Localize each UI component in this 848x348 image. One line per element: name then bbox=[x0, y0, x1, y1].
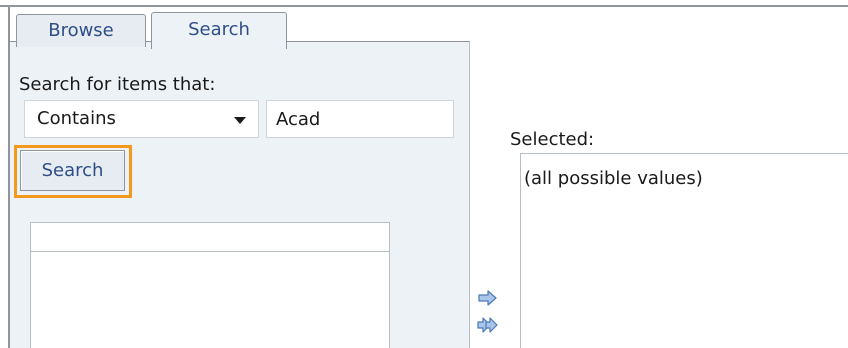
search-criteria-label: Search for items that: bbox=[19, 74, 216, 95]
condition-dropdown[interactable]: Contains bbox=[24, 100, 259, 138]
double-arrow-right-icon[interactable] bbox=[477, 316, 499, 334]
selected-values-list[interactable]: (all possible values) bbox=[520, 153, 848, 348]
active-tab-joint bbox=[152, 40, 286, 43]
condition-dropdown-value: Contains bbox=[37, 108, 116, 129]
search-dialog: Browse Search Search for items that: Con… bbox=[0, 0, 848, 348]
search-results-list[interactable] bbox=[30, 222, 390, 348]
chevron-down-icon[interactable] bbox=[234, 117, 246, 124]
results-list-header bbox=[31, 223, 389, 252]
tab-browse[interactable]: Browse bbox=[16, 14, 146, 47]
tab-search[interactable]: Search bbox=[151, 12, 287, 49]
search-input[interactable] bbox=[266, 100, 454, 138]
tab-strip: Browse Search bbox=[10, 7, 848, 49]
list-item[interactable]: (all possible values) bbox=[524, 168, 703, 189]
search-button[interactable]: Search bbox=[20, 150, 125, 191]
arrow-right-icon[interactable] bbox=[477, 289, 499, 307]
selected-label: Selected: bbox=[510, 129, 595, 150]
